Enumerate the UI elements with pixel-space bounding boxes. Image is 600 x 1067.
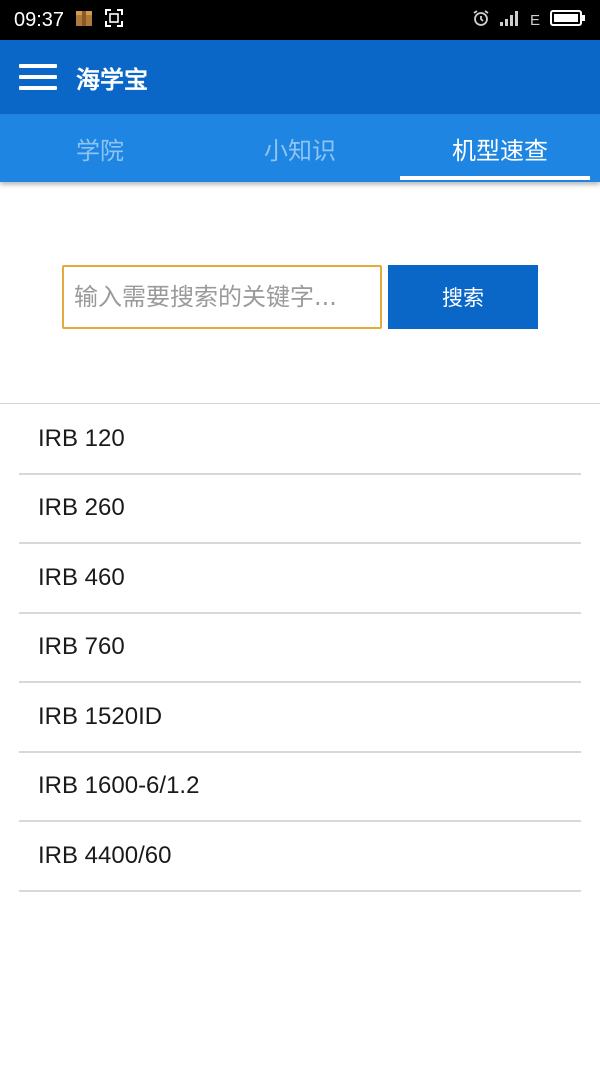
screenshot-icon <box>104 8 124 33</box>
battery-icon <box>550 9 586 32</box>
status-left: 09:37 <box>14 8 124 33</box>
search-button[interactable]: 搜索 <box>388 265 538 329</box>
list-item-irb-460[interactable]: IRB 460 <box>19 544 581 614</box>
status-bar: 09:37 E <box>0 0 600 40</box>
tab-tips[interactable]: 小知识 <box>200 114 400 182</box>
app-bar: 海学宝 <box>0 40 600 114</box>
list-item-irb-120[interactable]: IRB 120 <box>19 405 581 475</box>
status-right: E <box>472 9 586 32</box>
tab-bar: 学院 小知识 机型速查 <box>0 114 600 182</box>
search-area: 搜索 <box>0 182 600 404</box>
signal-icon <box>499 10 520 31</box>
tab-model-lookup[interactable]: 机型速查 <box>400 114 600 182</box>
menu-icon[interactable] <box>19 64 57 90</box>
list-item-irb-1520id[interactable]: IRB 1520ID <box>19 683 581 753</box>
model-list: IRB 120 IRB 260 IRB 460 IRB 760 IRB 1520… <box>19 405 581 892</box>
status-time: 09:37 <box>14 8 65 31</box>
alarm-icon <box>472 9 490 32</box>
list-item-irb-1600[interactable]: IRB 1600-6/1.2 <box>19 753 581 822</box>
list-item-irb-760[interactable]: IRB 760 <box>19 614 581 683</box>
search-input[interactable] <box>62 265 382 329</box>
tab-college[interactable]: 学院 <box>0 114 200 182</box>
network-type: E <box>529 11 540 29</box>
package-icon <box>74 8 94 33</box>
app-title: 海学宝 <box>76 65 148 94</box>
list-item-irb-4400[interactable]: IRB 4400/60 <box>19 822 581 892</box>
list-item-irb-260[interactable]: IRB 260 <box>19 475 581 544</box>
